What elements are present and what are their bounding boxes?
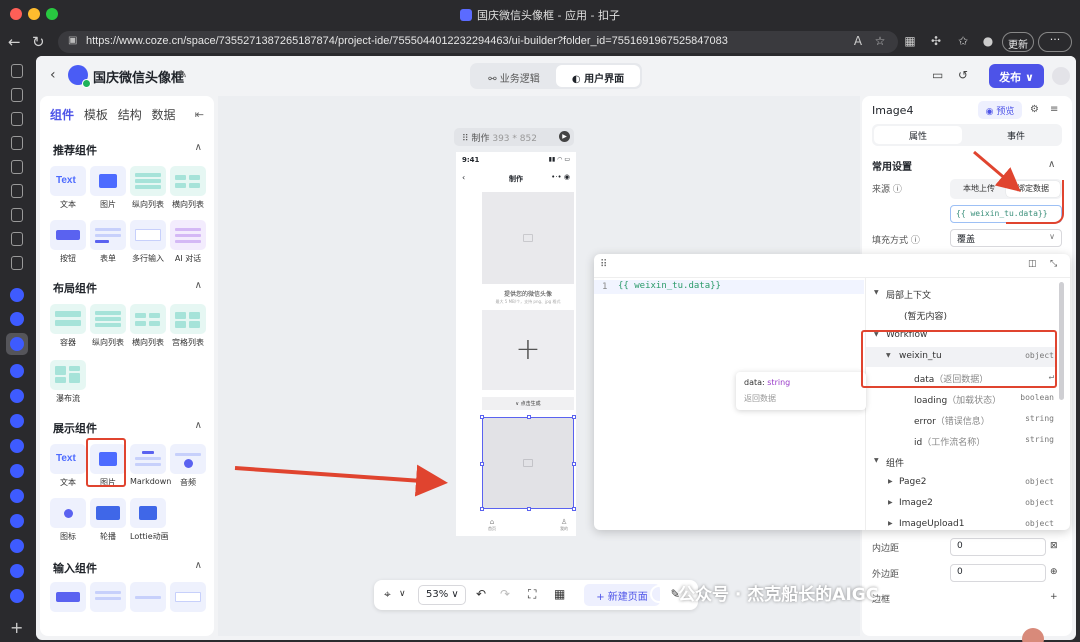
arrow-to-bind-data — [973, 150, 1021, 192]
wechat-icon — [650, 585, 672, 603]
arrow-to-canvas — [234, 464, 448, 497]
watermark: 公众号 · 杰克船长的AIGC — [650, 580, 878, 605]
annotation-arrows — [234, 150, 1021, 497]
